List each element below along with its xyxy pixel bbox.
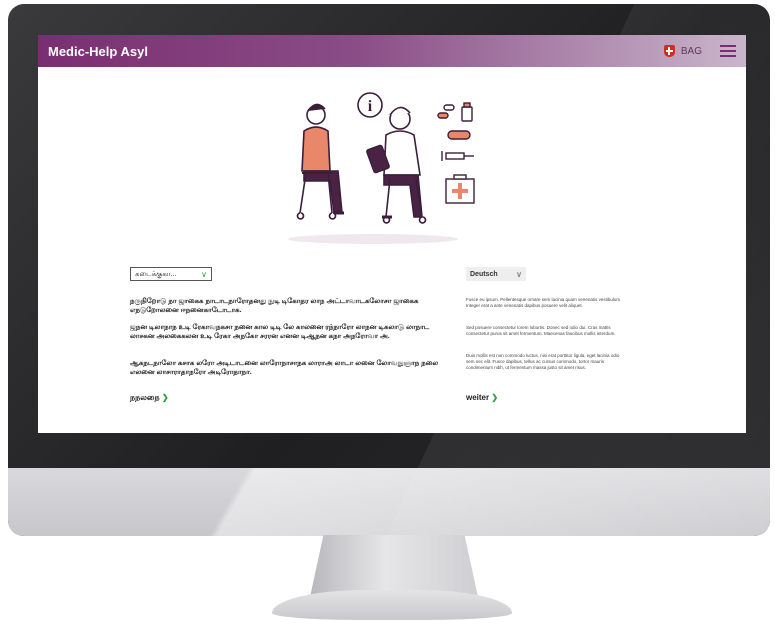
- language-select-tamil[interactable]: கடைக்குகா... ∨: [130, 267, 212, 281]
- monitor-stand-base: [272, 590, 512, 620]
- syringe-icon: [441, 151, 474, 161]
- tamil-paragraph-2: ஜநன டிலாநாந உடி ரேகாவநகசா நனை கால டிடி ல…: [130, 324, 430, 340]
- pills-icon: [437, 104, 455, 119]
- doctor-figure: [366, 106, 427, 224]
- swiss-cross-icon: [663, 45, 675, 57]
- medicine-bottle-icon: [461, 102, 473, 122]
- top-bar: Medic-Help Asyl BAG: [38, 35, 746, 67]
- chevron-right-icon: ❯: [491, 393, 499, 402]
- svg-text:i: i: [368, 98, 373, 115]
- weiter-link[interactable]: weiter ❯: [466, 393, 498, 402]
- continue-link-label: நநலநை: [130, 393, 160, 402]
- german-paragraph-3: Duis mollis est non commodo luctus, nisi…: [466, 353, 620, 370]
- menu-icon[interactable]: [720, 45, 736, 57]
- continue-link-tamil[interactable]: நநலநை ❯: [130, 393, 169, 403]
- language-select-value-de: Deutsch: [470, 270, 498, 278]
- chevron-down-icon: ∨: [516, 269, 522, 279]
- chevron-right-icon: ❯: [161, 393, 169, 402]
- weiter-link-label: weiter: [466, 393, 490, 402]
- screen: Medic-Help Asyl BAG i கடைக்குகா... ∨ நரு…: [38, 35, 746, 433]
- patient-figure: [296, 103, 344, 220]
- info-icon: i: [357, 92, 383, 118]
- agency-label[interactable]: BAG: [681, 46, 702, 57]
- first-aid-kit-icon: [445, 174, 475, 204]
- tamil-paragraph-3: ஆகநடநாலோ கசாக லரோ அடிடாடனை லாரோநாசாநக லா…: [130, 360, 439, 376]
- tamil-paragraph-1: நருநிறோடு நா ஜாகைக நாடாடநாரோதனது நுடி டி…: [130, 298, 419, 314]
- monitor-stand-neck: [310, 535, 478, 597]
- monitor-chin: [8, 468, 770, 536]
- german-paragraph-1: Fusce eu ipsum. Pellentesque ornare sem …: [466, 297, 622, 308]
- language-select-value: கடைக்குகா...: [135, 270, 177, 278]
- bandage-icon: [447, 130, 471, 140]
- topbar-right: BAG: [663, 45, 736, 57]
- brand-title[interactable]: Medic-Help Asyl: [48, 44, 148, 59]
- language-select-german[interactable]: Deutsch ∨: [466, 267, 526, 281]
- consultation-illustration: i: [288, 92, 475, 244]
- chevron-down-icon: ∨: [201, 269, 207, 279]
- german-paragraph-2: Sed posuere consectetur lorem lobortis. …: [466, 325, 616, 336]
